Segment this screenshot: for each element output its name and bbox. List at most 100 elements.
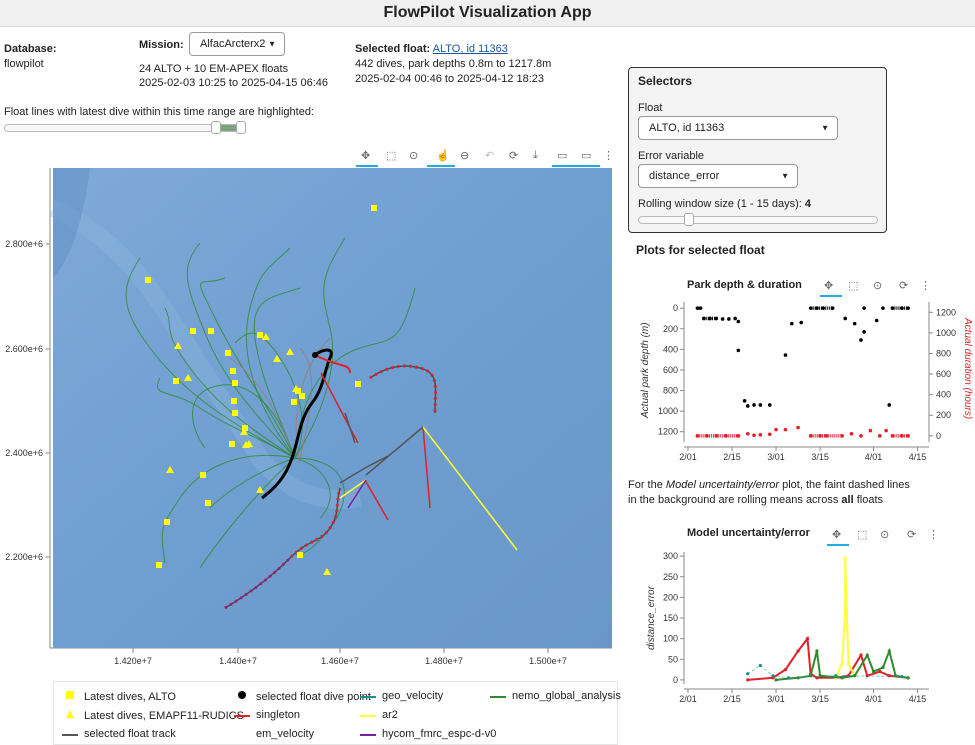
pan-icon[interactable]: ✥ [824,280,833,292]
duration-point [824,434,829,438]
hover-icon[interactable]: ▭ [557,149,567,162]
selected-float-date-range: 2025-02-04 00:46 to 2025-04-12 18:23 [355,73,544,85]
legend-item[interactable]: hycom_fmrc_espc-d-v0 [360,728,496,740]
duration-point [783,427,788,432]
time-range-slider[interactable] [4,124,246,132]
mission-date-range: 2025-02-03 10:25 to 2025-04-15 06:46 [139,77,328,89]
map-plot[interactable]: 2.800e+6 2.600e+6 2.400e+6 2.200e+6 1.420e+… [0,168,620,673]
more-icon[interactable]: ⋮ [920,280,931,292]
x-tick-label: 2/15 [723,452,741,462]
rolling-window-value: 4 [804,198,812,210]
y-tick-label: 50 [668,654,678,664]
duration-point [808,434,813,438]
series-line [747,635,909,681]
legend-item[interactable]: ar2 [360,709,398,721]
y-tick-label: 300 [663,551,678,561]
pan-icon[interactable]: ✥ [361,149,370,162]
park-depth-chart[interactable]: Park depth & duration ✥ ⬚ ⊙ ⟳ ⋮ 0 200 400 6… [628,270,975,470]
selectors-panel: Selectors Float ALTO, id 11363 ▼ Error v… [628,67,887,233]
alto-marker [156,562,162,568]
selected-float-dive-point [312,352,318,358]
duration-point [714,434,719,438]
legend-item[interactable]: em_velocity [234,728,314,740]
mission-label: Mission: [139,39,184,51]
reset-icon[interactable]: ⟳ [899,280,908,292]
rolling-window-slider[interactable] [638,216,878,224]
reset-icon[interactable]: ⟳ [509,149,518,162]
float-select-value: ALTO, id 11363 [649,122,725,134]
x-tick-label: 3/01 [767,452,785,462]
park-depth-point [767,403,772,407]
time-range-handle-end[interactable] [236,121,246,134]
float-select[interactable]: ALTO, id 11363 ▼ [638,116,838,140]
box-zoom-icon[interactable]: ⬚ [857,529,867,541]
tap-icon[interactable]: ☝ [436,149,450,162]
undo-icon[interactable]: ↶ [485,149,494,162]
park-depth-point [874,318,879,323]
pan-icon[interactable]: ✥ [832,529,841,541]
duration-point [796,425,800,430]
error-variable-select[interactable]: distance_error ▼ [638,164,798,188]
park-depth-point [714,316,719,321]
x-tick-label: 4/15 [909,452,927,462]
duration-point [859,434,863,438]
series-point [815,649,819,653]
park-depth-point [736,319,741,324]
y-tick-label: 150 [663,613,678,623]
legend-label: ar2 [382,709,398,721]
x-tick-label: 1.420e+7 [114,656,152,666]
y-tick-label: 800 [663,386,678,396]
reset-icon[interactable]: ⟳ [907,529,916,541]
series-line [834,558,856,679]
legend-item[interactable]: selected float dive point [234,690,371,703]
hover-icon[interactable]: ▭ [581,149,591,162]
x-tick-label: 4/01 [865,452,883,462]
chevron-down-icon: ▼ [781,171,789,181]
legend-label: nemo_global_analysis [512,690,621,702]
note-text: floats [856,494,883,506]
pan-active-indicator [820,295,842,297]
box-zoom-icon[interactable]: ⬚ [386,149,396,162]
park-depth-point [887,403,892,407]
legend-item[interactable]: singleton [234,709,300,721]
alto-marker [257,332,263,338]
more-icon[interactable]: ⋮ [603,149,614,162]
wheel-zoom-icon[interactable]: ⊙ [873,280,882,292]
time-range-handle-start[interactable] [211,121,221,134]
series-point [746,672,750,676]
zoom-out-icon[interactable]: ⊖ [460,149,469,162]
alto-marker [232,410,238,416]
model-uncertainty-chart[interactable]: Model uncertainty/error ✥ ⬚ ⊙ ⟳ ⋮ 0 50 100… [628,518,975,745]
legend-item[interactable]: selected float track [62,728,176,740]
box-zoom-icon[interactable]: ⬚ [848,280,858,292]
series-point [906,676,910,680]
circle-marker-icon [234,690,250,703]
wheel-zoom-icon[interactable]: ⊙ [409,149,418,162]
rolling-window-handle[interactable] [684,213,694,226]
y-tick-label: 2.200e+6 [5,552,43,562]
more-icon[interactable]: ⋮ [928,529,939,541]
alto-marker [297,552,303,558]
legend-item[interactable]: Latest dives, EMAPF11-RUDICS [62,709,244,722]
series-point [843,556,847,560]
duration-point [758,432,763,437]
series-point [746,678,750,682]
legend-item[interactable]: nemo_global_analysis [490,690,621,702]
selected-float-link[interactable]: ALTO, id 11363 [433,43,508,55]
park-depth-point [830,306,835,310]
legend-item[interactable]: Latest dives, ALTO [62,690,176,703]
series-point [865,653,869,657]
y-tick-label: 0 [673,303,678,313]
wheel-zoom-icon[interactable]: ⊙ [880,529,889,541]
alto-marker [205,500,211,506]
y-axis-label: distance_error [646,585,657,650]
chart-title: Park depth & duration [687,279,802,291]
park-depth-point [862,330,866,334]
alto-marker [190,328,196,334]
hover-active-indicator [552,165,600,167]
alto-marker [173,378,179,384]
mission-select[interactable]: AlfacArcterx2 ▼ [189,32,285,56]
save-icon[interactable]: ⤓ [533,149,538,162]
y-tick-label: 200 [663,324,678,334]
legend-item[interactable]: geo_velocity [360,690,443,702]
